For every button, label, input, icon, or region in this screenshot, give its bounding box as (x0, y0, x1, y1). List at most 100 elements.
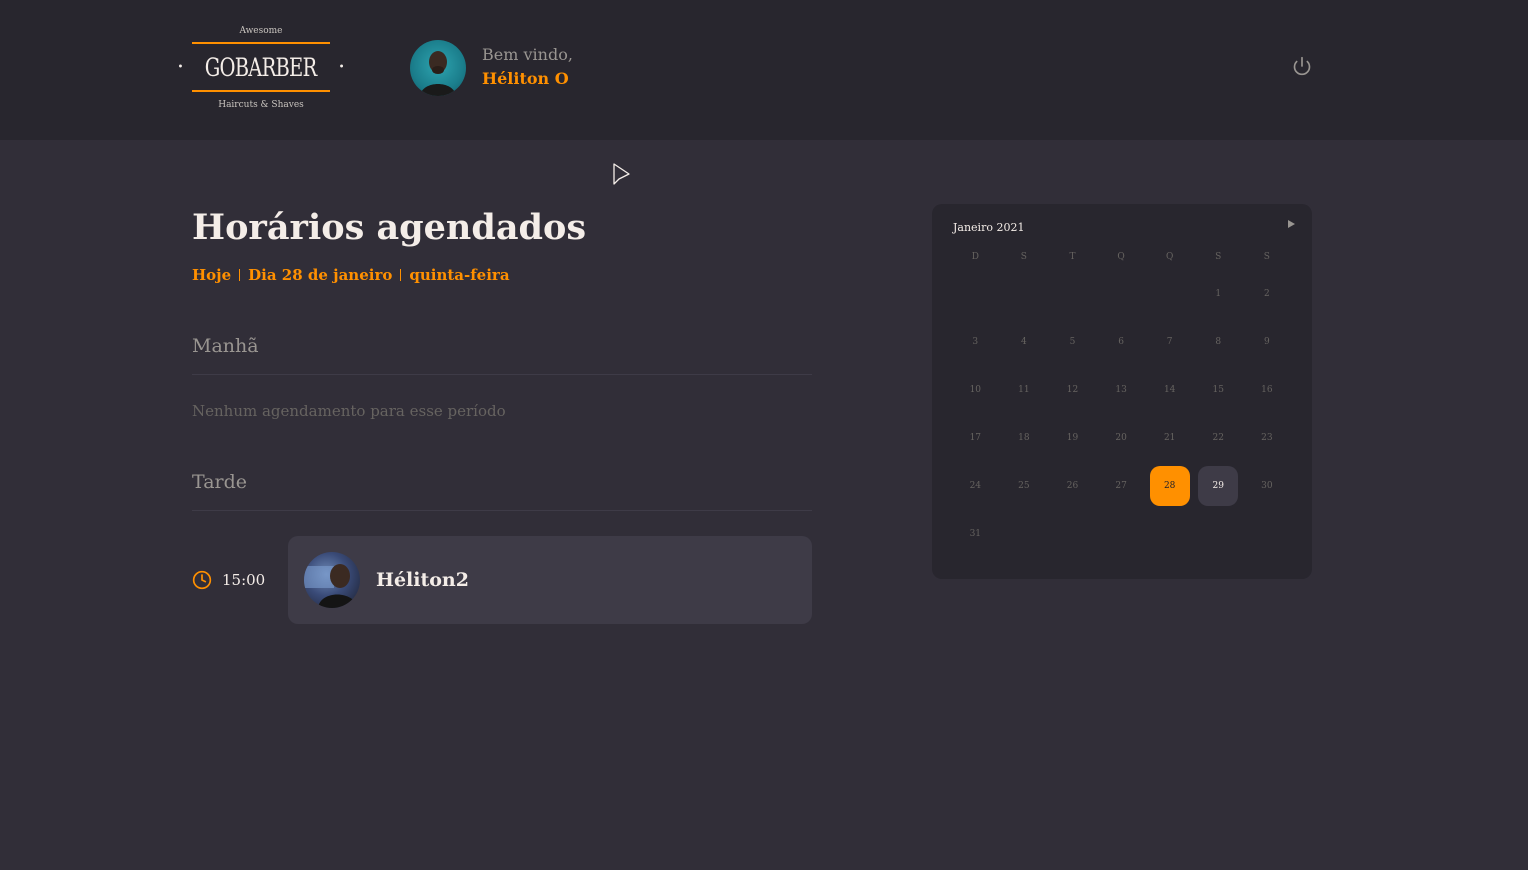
calendar-day-number: 15 (1212, 385, 1224, 395)
day-picker-calendar: Janeiro 2021 DSTQQSS 1 2 3 4 5 6 7 8 9 10 11 12 13 14… (932, 204, 1312, 579)
logo-brand: • GOBARBER • (178, 42, 345, 92)
next-month-button[interactable] (1284, 216, 1298, 230)
calendar-month-caption: Janeiro 2021 (953, 221, 1025, 234)
logo-top-text: Awesome (239, 26, 283, 36)
day-label: Dia 28 de janeiro (248, 266, 393, 284)
calendar-day[interactable]: 29 (1194, 462, 1243, 510)
appointment-time: 15:00 (192, 568, 265, 592)
calendar-day-number: 7 (1166, 337, 1173, 347)
calendar-day[interactable]: 21 (1145, 414, 1194, 462)
calendar-day-number: 19 (1066, 433, 1079, 443)
person-avatar-icon (304, 564, 358, 608)
calendar-day[interactable]: 12 (1048, 366, 1097, 414)
afternoon-section-title: Tarde (192, 468, 812, 511)
weekday-label: Q (1117, 252, 1125, 262)
morning-section-title: Manhã (192, 332, 812, 375)
calendar-day[interactable]: 15 (1194, 366, 1243, 414)
calendar-day-number: 28 (1149, 466, 1190, 506)
morning-empty-message: Nenhum agendamento para esse período (192, 402, 506, 420)
appointment-time-text: 15:00 (222, 571, 266, 589)
calendar-day-number: 17 (969, 433, 982, 443)
calendar-day[interactable]: 9 (1243, 318, 1292, 366)
calendar-day[interactable]: 2 (1243, 270, 1292, 318)
power-icon (1293, 56, 1311, 76)
divider (239, 269, 241, 281)
calendar-day-number: 21 (1163, 433, 1176, 443)
calendar-day-number: 23 (1261, 433, 1273, 443)
calendar-day-number: 6 (1118, 337, 1124, 347)
calendar-day[interactable]: 23 (1243, 414, 1292, 462)
weekday-label: S (1215, 252, 1222, 262)
calendar-day[interactable]: 8 (1194, 318, 1243, 366)
calendar-day-number: 9 (1263, 337, 1270, 347)
mouse-pointer-icon (612, 162, 632, 192)
calendar-day-number: 2 (1263, 289, 1270, 299)
weekday-label: T (1069, 252, 1076, 262)
calendar-day[interactable]: 6 (1097, 318, 1146, 366)
calendar-day-number: 24 (969, 481, 982, 491)
next-arrow-icon (1288, 220, 1295, 228)
calendar-day-number: 3 (972, 337, 979, 347)
calendar-day-number: 12 (1066, 385, 1079, 395)
today-label: Hoje (192, 266, 232, 284)
page-title: Horários agendados (192, 207, 587, 248)
calendar-day[interactable]: 30 (1243, 462, 1292, 510)
calendar-day-number: 5 (1069, 337, 1076, 347)
calendar-day[interactable]: 22 (1194, 414, 1243, 462)
calendar-day[interactable]: 5 (1048, 318, 1097, 366)
calendar-day-number: 4 (1021, 337, 1027, 347)
dot-icon: • (177, 61, 184, 73)
calendar-day[interactable]: 17 (951, 414, 1000, 462)
calendar-day-number: 25 (1018, 481, 1030, 491)
user-avatar[interactable] (410, 40, 466, 96)
calendar-day[interactable]: 20 (1097, 414, 1146, 462)
calendar-day-number: 22 (1212, 433, 1224, 443)
calendar-day[interactable]: 28 (1145, 462, 1194, 510)
weekday-header: DSTQQSS (951, 250, 1291, 264)
logout-button[interactable] (1290, 54, 1314, 78)
date-subtitle: Hoje Dia 28 de janeiro quinta-feira (192, 264, 510, 286)
calendar-day[interactable]: 4 (1000, 318, 1049, 366)
dot-icon: • (338, 61, 345, 73)
calendar-day-number: 14 (1163, 385, 1176, 395)
calendar-day[interactable]: 3 (951, 318, 1000, 366)
appointment-card[interactable]: Héliton2 (288, 536, 812, 624)
calendar-day[interactable]: 11 (1000, 366, 1049, 414)
clock-icon (192, 570, 212, 590)
calendar-day[interactable]: 1 (1194, 270, 1243, 318)
user-name-link[interactable]: Héliton O (482, 66, 573, 92)
welcome-text: Bem vindo, (482, 45, 573, 64)
calendar-day[interactable]: 25 (1000, 462, 1049, 510)
calendar-day-number: 1 (1215, 289, 1222, 299)
logo-bottom-text: Haircuts & Shaves (218, 100, 304, 110)
calendar-day-blank (1145, 270, 1194, 318)
calendar-day[interactable]: 16 (1243, 366, 1292, 414)
weekday-label: D (971, 252, 979, 262)
calendar-day[interactable]: 26 (1048, 462, 1097, 510)
divider (400, 269, 402, 281)
calendar-day[interactable]: 7 (1145, 318, 1194, 366)
weekday-label: Q (1165, 252, 1174, 262)
calendar-day-number: 10 (969, 385, 982, 395)
calendar-day-number: 18 (1018, 433, 1030, 443)
client-name: Héliton2 (376, 569, 469, 591)
calendar-day[interactable]: 31 (951, 510, 1000, 558)
calendar-day[interactable]: 10 (951, 366, 1000, 414)
calendar-day-number: 30 (1261, 481, 1273, 491)
calendar-day-number: 16 (1261, 385, 1273, 395)
calendar-day[interactable]: 13 (1097, 366, 1146, 414)
calendar-day[interactable]: 14 (1145, 366, 1194, 414)
client-avatar (304, 552, 360, 608)
calendar-day[interactable]: 27 (1097, 462, 1146, 510)
calendar-day-number: 20 (1115, 433, 1127, 443)
calendar-day[interactable]: 18 (1000, 414, 1049, 462)
calendar-day-blank (1048, 270, 1097, 318)
calendar-day-number: 31 (969, 529, 982, 539)
calendar-day-number: 26 (1066, 481, 1079, 491)
weekday-label: S (1263, 252, 1270, 262)
calendar-day[interactable]: 24 (951, 462, 1000, 510)
person-avatar-icon (420, 51, 456, 96)
calendar-day[interactable]: 19 (1048, 414, 1097, 462)
welcome-block: Bem vindo, Héliton O (482, 44, 573, 92)
calendar-day-blank (1097, 270, 1146, 318)
